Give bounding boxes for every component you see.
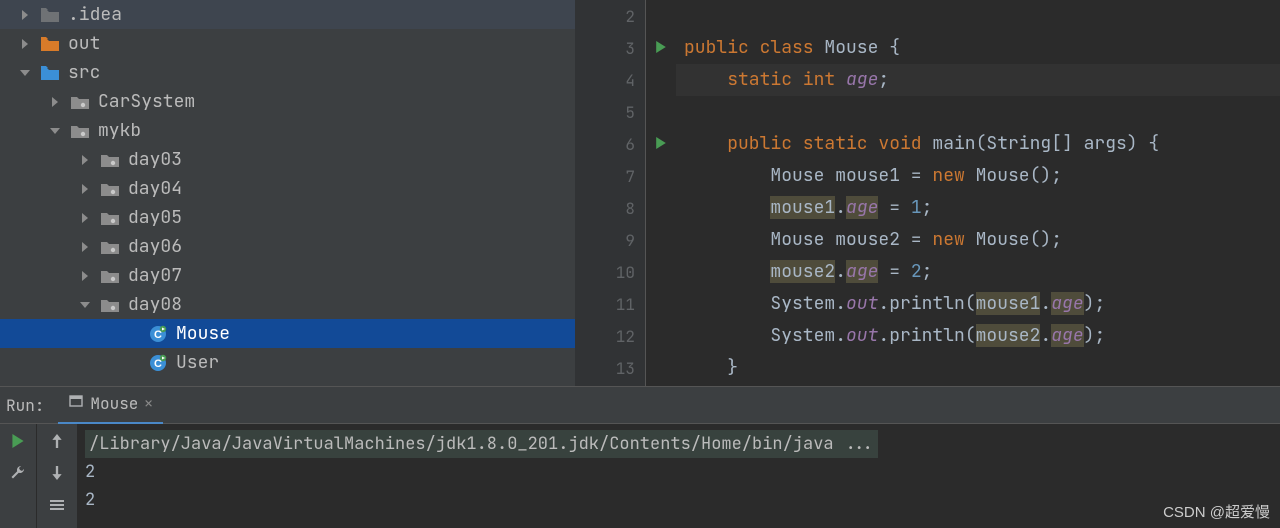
line-number: 2	[575, 0, 635, 32]
folder-icon	[40, 63, 60, 83]
wrench-icon[interactable]	[7, 462, 29, 484]
tree-item-out[interactable]: out	[0, 29, 575, 58]
run-gutter-icon[interactable]	[655, 136, 667, 153]
package-icon	[100, 150, 120, 170]
line-number: 11	[575, 288, 635, 320]
tree-item-mykb[interactable]: mykb	[0, 116, 575, 145]
chevron-right-icon[interactable]	[80, 242, 90, 252]
close-icon[interactable]: ✕	[144, 395, 152, 413]
tree-item-label: day07	[128, 264, 182, 287]
tree-item-label: day05	[128, 206, 182, 229]
package-icon	[100, 179, 120, 199]
tree-item-user[interactable]: C User	[0, 348, 575, 377]
tree-item-day06[interactable]: day06	[0, 232, 575, 261]
rerun-button[interactable]	[7, 430, 29, 452]
tree-item-label: day04	[128, 177, 182, 200]
package-icon	[100, 237, 120, 257]
tree-item-label: .idea	[68, 3, 122, 26]
line-number: 6	[575, 128, 635, 160]
line-number: 3	[575, 32, 635, 64]
run-gutter-icon[interactable]	[655, 40, 667, 57]
run-panel-title: Run:	[6, 395, 44, 416]
tree-item-mouse[interactable]: C Mouse	[0, 319, 575, 348]
code-editor[interactable]: public class Mouse { static int age; pub…	[676, 0, 1280, 386]
package-icon	[100, 208, 120, 228]
tree-item-label: out	[68, 32, 100, 55]
gutter-icon-slot	[646, 160, 676, 192]
line-number: 12	[575, 320, 635, 352]
run-tab-mouse[interactable]: Mouse ✕	[58, 386, 162, 425]
run-tab-label: Mouse	[90, 393, 138, 414]
run-toolbar-nav	[36, 424, 77, 528]
package-icon	[70, 121, 90, 141]
editor-gutter: 2345678910111213	[575, 0, 646, 386]
tree-item-label: day06	[128, 235, 182, 258]
console-line: 2	[85, 486, 1272, 514]
tree-item-day05[interactable]: day05	[0, 203, 575, 232]
folder-icon	[40, 34, 60, 54]
package-icon	[70, 92, 90, 112]
run-panel-header: Run: Mouse ✕	[0, 387, 1280, 424]
line-number: 5	[575, 96, 635, 128]
tree-item-label: mykb	[98, 119, 141, 142]
gutter-icon-slot	[646, 352, 676, 384]
console-output[interactable]: /Library/Java/JavaVirtualMachines/jdk1.8…	[77, 424, 1280, 528]
chevron-right-icon[interactable]	[80, 213, 90, 223]
chevron-right-icon[interactable]	[80, 184, 90, 194]
java-class-icon: C	[148, 353, 168, 373]
line-number: 10	[575, 256, 635, 288]
chevron-right-icon[interactable]	[80, 271, 90, 281]
gutter-icon-slot	[646, 256, 676, 288]
tree-item-day04[interactable]: day04	[0, 174, 575, 203]
tree-item-day07[interactable]: day07	[0, 261, 575, 290]
gutter-icon-slot	[646, 320, 676, 352]
chevron-down-icon[interactable]	[80, 300, 90, 310]
folder-icon	[40, 5, 60, 25]
line-number: 8	[575, 192, 635, 224]
java-class-icon: C	[148, 324, 168, 344]
tree-item-day08[interactable]: day08	[0, 290, 575, 319]
tree-item-label: CarSystem	[98, 90, 195, 113]
tree-item-label: Mouse	[176, 322, 230, 345]
line-number: 4	[575, 64, 635, 96]
tree-item-label: src	[68, 61, 100, 84]
tree-item-label: User	[176, 351, 219, 374]
gutter-icon-slot	[646, 128, 676, 160]
line-number: 9	[575, 224, 635, 256]
line-number: 13	[575, 352, 635, 384]
project-tree[interactable]: .idea out src CarSystem mykb day03 day04 day05 d…	[0, 0, 575, 386]
chevron-down-icon[interactable]	[20, 68, 30, 78]
gutter-icon-slot	[646, 192, 676, 224]
gutter-icon-slot	[646, 64, 676, 96]
chevron-right-icon[interactable]	[20, 10, 30, 20]
line-number: 7	[575, 160, 635, 192]
tree-item-day03[interactable]: day03	[0, 145, 575, 174]
watermark: CSDN @超爱慢	[1163, 501, 1270, 522]
console-command: /Library/Java/JavaVirtualMachines/jdk1.8…	[85, 430, 878, 458]
package-icon	[100, 295, 120, 315]
chevron-right-icon[interactable]	[80, 155, 90, 165]
gutter-icon-slot	[646, 32, 676, 64]
run-panel: Run: Mouse ✕	[0, 386, 1280, 528]
run-toolbar-left	[0, 424, 36, 528]
tree-item-label: day08	[128, 293, 182, 316]
editor-gutter-icons	[646, 0, 676, 386]
chevron-right-icon[interactable]	[20, 39, 30, 49]
gutter-icon-slot	[646, 224, 676, 256]
gutter-icon-slot	[646, 0, 676, 32]
tree-item--idea[interactable]: .idea	[0, 0, 575, 29]
tree-item-carsystem[interactable]: CarSystem	[0, 87, 575, 116]
chevron-down-icon[interactable]	[50, 126, 60, 136]
chevron-right-icon[interactable]	[50, 97, 60, 107]
gutter-icon-slot	[646, 96, 676, 128]
gutter-icon-slot	[646, 288, 676, 320]
menu-icon[interactable]	[46, 494, 68, 516]
tree-item-src[interactable]: src	[0, 58, 575, 87]
run-tab-icon	[68, 393, 84, 414]
package-icon	[100, 266, 120, 286]
tree-item-label: day03	[128, 148, 182, 171]
console-line: 2	[85, 458, 1272, 486]
up-arrow-icon[interactable]	[46, 430, 68, 452]
down-arrow-icon[interactable]	[46, 462, 68, 484]
